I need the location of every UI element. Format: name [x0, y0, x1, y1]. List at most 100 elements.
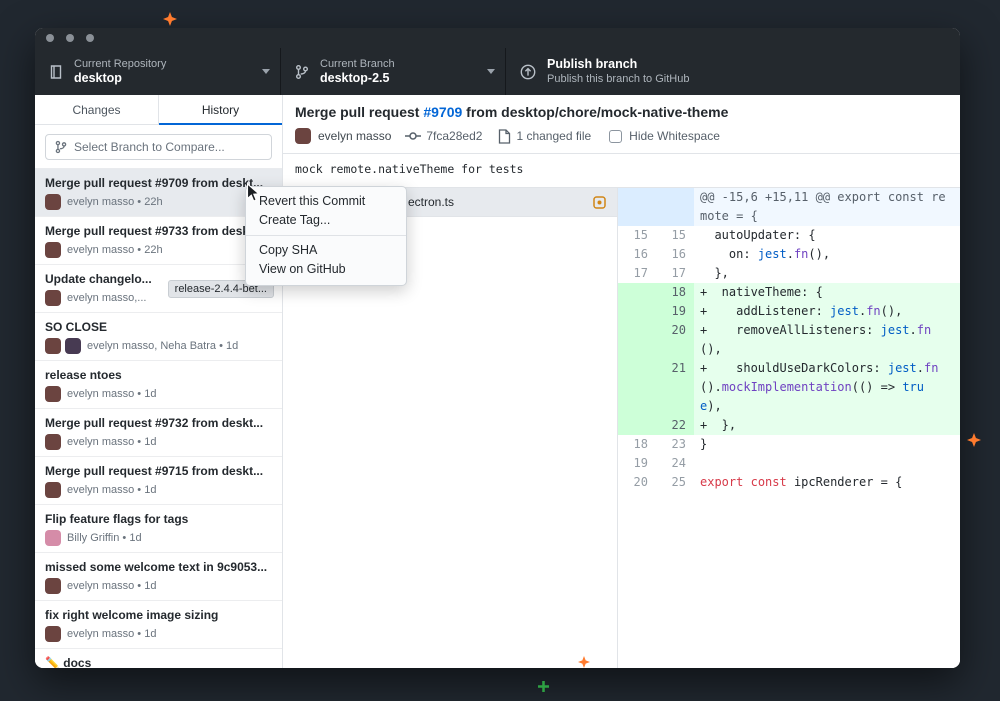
sidebar: Changes History Merge pull request #9709… [35, 95, 283, 668]
commit-sha: 7fca28ed2 [426, 129, 483, 143]
commit-title: Flip feature flags for tags [45, 512, 189, 526]
titlebar [35, 28, 960, 48]
commit-title: Merge pull request #9733 from deskt [45, 224, 254, 238]
commit-meta-text: evelyn masso • 1d [67, 388, 157, 400]
diff-row: 19 24 [618, 454, 960, 473]
commit-meta: evelyn masso • 1d [45, 578, 272, 594]
diff-code-line: + addListener: jest.fn(), [694, 302, 960, 321]
branch-picker-value: desktop-2.5 [320, 71, 390, 85]
publish-branch-text: Publish branch Publish this branch to Gi… [547, 57, 712, 86]
publish-branch-button[interactable]: Publish branch Publish this branch to Gi… [505, 48, 722, 95]
commit-list-item[interactable]: release ntoes evelyn masso • 1d [35, 361, 282, 409]
sparkle-icon [967, 433, 981, 452]
context-menu-item[interactable]: Revert this Commit [246, 192, 406, 211]
repository-picker[interactable]: Current Repository desktop [35, 48, 280, 95]
commit-list-item[interactable]: ✏️ docs [35, 649, 282, 668]
new-line-number: 23 [671, 437, 686, 451]
commit-meta: evelyn masso • 1d [45, 626, 272, 642]
window-close-button[interactable] [46, 34, 54, 42]
new-line-number: 20 [656, 321, 694, 359]
old-line-number [618, 283, 656, 302]
branch-picker-label: Current Branch [320, 58, 395, 70]
old-line-number: 16 [633, 247, 648, 261]
commit-title-suffix: from desktop/chore/mock-native-theme [462, 104, 729, 120]
diff-row: 20 + removeAllListeners: jest.fn(), [618, 321, 960, 359]
mouse-cursor [246, 182, 261, 209]
diff-row: 22 + }, [618, 416, 960, 435]
modified-status-icon [593, 196, 606, 209]
diff-row: 21 + shouldUseDarkColors: jest.fn().mockI… [618, 359, 960, 416]
commit-meta-text: evelyn masso • 22h [67, 196, 163, 208]
avatar [45, 434, 61, 450]
new-line-number: 24 [671, 456, 686, 470]
avatar [45, 386, 61, 402]
sparkle-icon [578, 655, 590, 673]
pull-request-link[interactable]: #9709 [423, 104, 462, 120]
app-window: Current Repository desktop Current Branc… [35, 28, 960, 668]
commit-meta-text: evelyn masso • 1d [67, 580, 157, 592]
diff-row: 18 + nativeTheme: { [618, 283, 960, 302]
tab-history[interactable]: History [158, 95, 282, 125]
commit-list-item[interactable]: SO CLOSE evelyn masso, Neha Batra • 1d [35, 313, 282, 361]
diff-code-line: on: jest.fn(), [700, 247, 831, 261]
commit-list-item[interactable]: Merge pull request #9715 from deskt... ev… [35, 457, 282, 505]
commit-title: fix right welcome image sizing [45, 608, 219, 622]
old-line-number [618, 359, 656, 416]
window-minimize-button[interactable] [66, 34, 74, 42]
commit-list-item[interactable]: fix right welcome image sizing evelyn mas… [35, 601, 282, 649]
commit-list-item[interactable]: Flip feature flags for tags Billy Griffin… [35, 505, 282, 553]
old-line-number [618, 321, 656, 359]
diff-row: @@ -15,6 +15,11 @@ export const remote =… [618, 188, 960, 226]
compare-branch-section [35, 125, 282, 169]
commit-description: mock remote.nativeTheme for tests [283, 154, 960, 188]
avatar [65, 338, 81, 354]
new-line-number: 19 [656, 302, 694, 321]
context-menu: Revert this Commit Create Tag... Copy SHA V… [245, 186, 407, 286]
context-menu-item[interactable]: Copy SHA [246, 241, 406, 260]
branch-picker[interactable]: Current Branch desktop-2.5 [280, 48, 505, 95]
commit-title: Merge pull request #9709 from deskt... [45, 176, 264, 190]
diff-code-line: + }, [694, 416, 960, 435]
commit-title: missed some welcome text in 9c9053... [45, 560, 268, 574]
context-menu-item[interactable]: View on GitHub [246, 260, 406, 279]
commit-meta-text: evelyn masso • 1d [67, 484, 157, 496]
commit-meta-text: Billy Griffin • 1d [67, 532, 142, 544]
branch-icon [296, 64, 308, 79]
commit-icon [405, 132, 422, 140]
diff-row: 16 16 on: jest.fn(), [618, 245, 960, 264]
diff-code-line [694, 454, 960, 473]
commit-meta-text: evelyn masso • 22h [67, 244, 163, 256]
commit-list-item[interactable]: Merge pull request #9732 from deskt... ev… [35, 409, 282, 457]
old-line-number: 20 [633, 475, 648, 489]
tab-changes[interactable]: Changes [35, 95, 158, 124]
diff-view: @@ -15,6 +15,11 @@ export const remote =… [618, 188, 960, 668]
publish-icon [520, 64, 536, 79]
branch-icon [55, 140, 67, 154]
commit-header: Merge pull request #9709 from desktop/ch… [283, 95, 960, 154]
new-line-number: 25 [671, 475, 686, 489]
main-panel: Merge pull request #9709 from desktop/ch… [283, 95, 960, 668]
window-zoom-button[interactable] [86, 34, 94, 42]
new-line-number: 21 [656, 359, 694, 416]
compare-branch-input[interactable] [74, 140, 263, 154]
commit-list-item[interactable]: missed some welcome text in 9c9053... eve… [35, 553, 282, 601]
commit-title: Merge pull request #9715 from deskt... [45, 464, 264, 478]
menu-separator [246, 235, 406, 236]
repository-picker-text: Current Repository desktop [74, 57, 254, 86]
diff-code-line: } [700, 437, 708, 451]
sidebar-tabs: Changes History [35, 95, 282, 125]
old-line-number: 15 [633, 228, 648, 242]
context-menu-item[interactable]: Create Tag... [246, 211, 406, 230]
diff-row: 19 + addListener: jest.fn(), [618, 302, 960, 321]
new-line-number: 15 [671, 228, 686, 242]
avatar [45, 290, 61, 306]
diff-code-line: @@ -15,6 +15,11 @@ export const remote =… [694, 188, 960, 226]
commit-meta-text: evelyn masso • 1d [67, 628, 157, 640]
commit-meta: evelyn masso • 1d [45, 386, 272, 402]
old-line-number [618, 302, 656, 321]
hide-whitespace-checkbox[interactable] [609, 129, 623, 143]
new-line-number [656, 188, 694, 226]
compare-branch-box[interactable] [45, 134, 272, 160]
avatar [45, 482, 61, 498]
commit-meta-text: evelyn masso, Neha Batra • 1d [87, 340, 239, 352]
